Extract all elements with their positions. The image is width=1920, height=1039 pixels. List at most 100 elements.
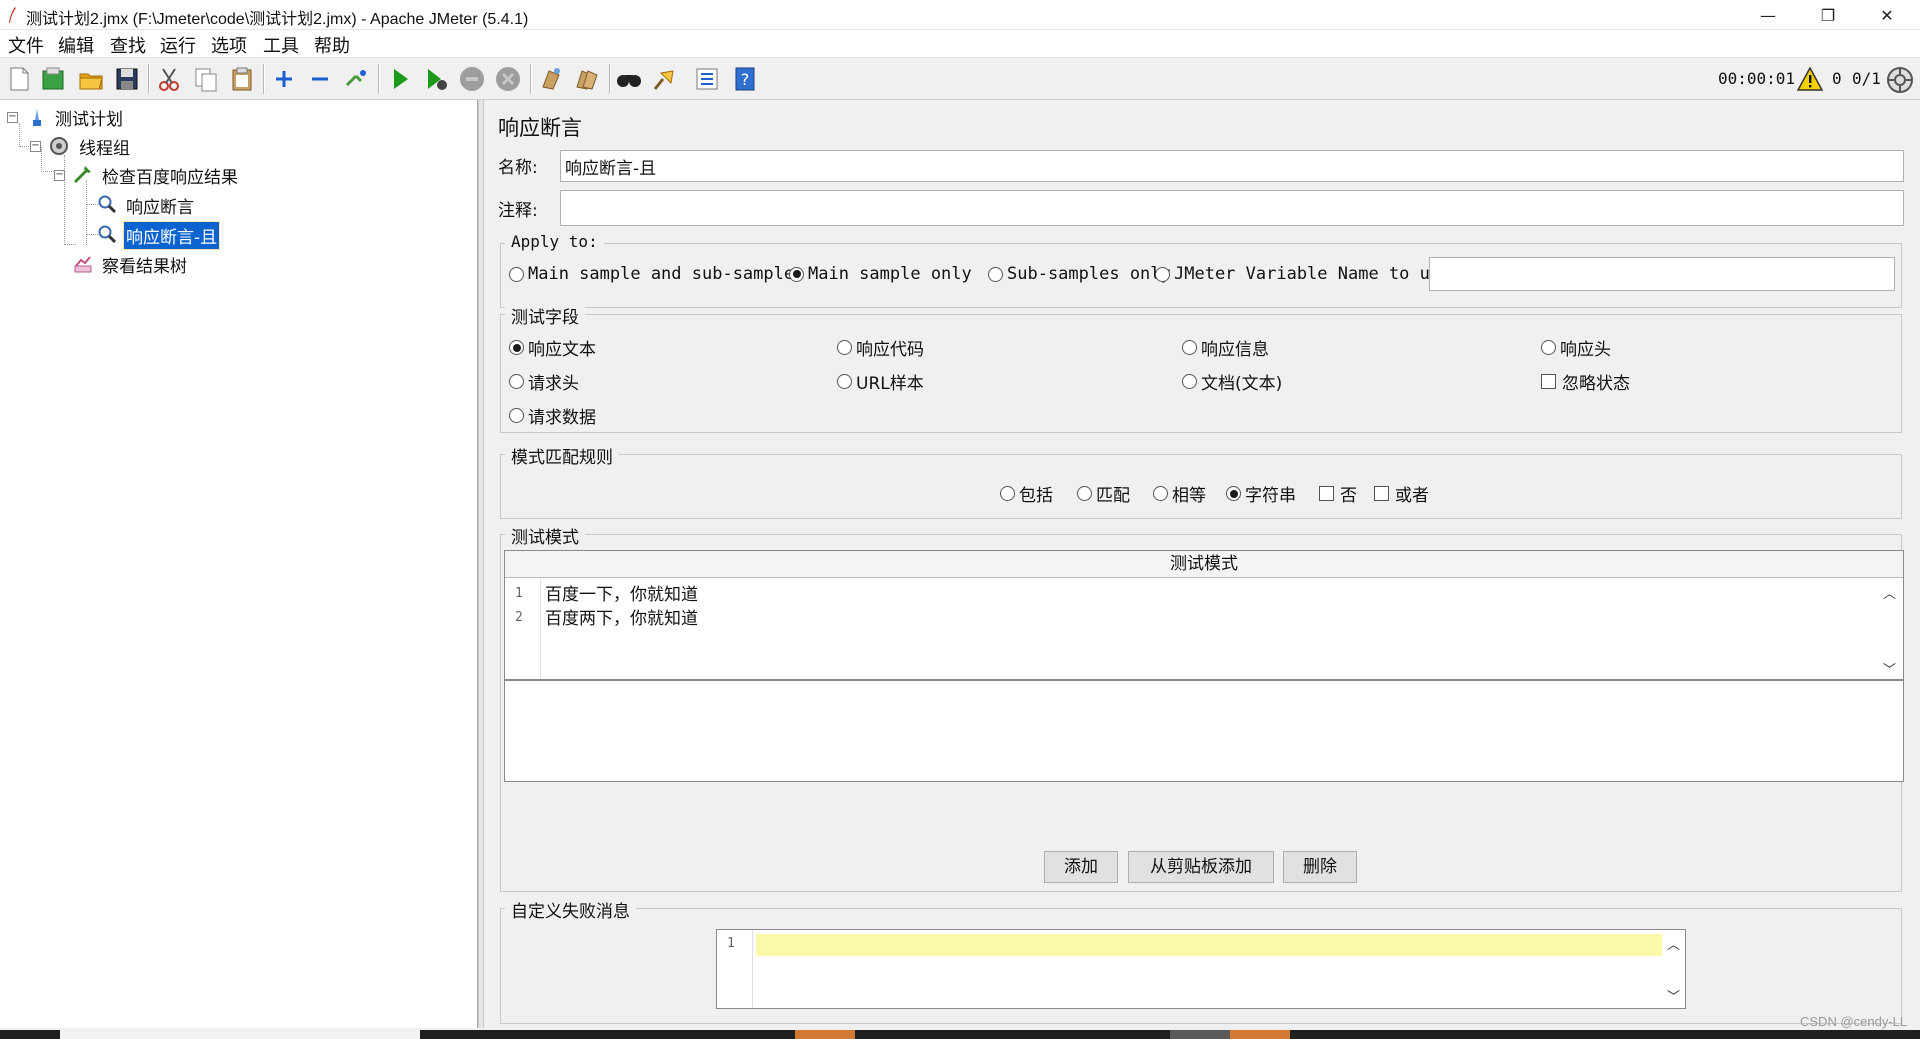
- taskbar-segment: [795, 1030, 855, 1039]
- thread-group-icon: [50, 137, 68, 155]
- watermark: CSDN @cendy-LL: [1800, 1014, 1908, 1029]
- tree-collapse-toggle[interactable]: −: [7, 112, 18, 123]
- close-button[interactable]: ✕: [1864, 0, 1910, 30]
- start-no-pause-icon[interactable]: [422, 65, 450, 93]
- toolbar-separator: [530, 64, 532, 94]
- field-url-sample-radio[interactable]: URL样本: [837, 369, 924, 394]
- patterns-table-header[interactable]: 测试模式: [505, 551, 1903, 578]
- failure-message-editor[interactable]: 1 ︿ ﹀: [716, 929, 1686, 1009]
- menu-run[interactable]: 运行: [160, 32, 196, 58]
- field-request-data-radio[interactable]: 请求数据: [509, 403, 596, 428]
- add-from-clipboard-button[interactable]: 从剪贴板添加: [1128, 851, 1274, 883]
- clear-icon[interactable]: [537, 65, 565, 93]
- scroll-up-arrow-icon[interactable]: ︿: [1883, 583, 1896, 602]
- tree-node-thread-group[interactable]: 线程组: [77, 133, 132, 160]
- jmeter-feather-icon: [9, 7, 16, 23]
- tree-connector: [19, 123, 20, 147]
- field-response-message-radio[interactable]: 响应信息: [1182, 335, 1269, 360]
- tree-node-sampler[interactable]: 检查百度响应结果: [100, 162, 240, 189]
- svg-text:?: ?: [741, 70, 750, 89]
- menu-options[interactable]: 选项: [211, 32, 247, 58]
- panel-title: 响应断言: [498, 116, 582, 140]
- clear-all-icon[interactable]: [573, 65, 601, 93]
- paste-icon[interactable]: [228, 65, 256, 93]
- comment-field[interactable]: [560, 190, 1904, 226]
- open-icon[interactable]: [77, 65, 105, 93]
- tree-collapse-toggle[interactable]: −: [30, 141, 41, 152]
- tree-collapse-toggle[interactable]: −: [54, 170, 65, 181]
- jmeter-variable-name-field[interactable]: [1429, 257, 1895, 291]
- reset-search-icon[interactable]: [651, 65, 679, 93]
- taskbar-segment: [60, 1030, 420, 1039]
- field-request-headers-radio[interactable]: 请求头: [509, 369, 579, 394]
- tree-node-test-plan[interactable]: 测试计划: [53, 104, 125, 131]
- name-field[interactable]: 响应断言-且: [560, 150, 1904, 182]
- function-helper-icon[interactable]: [693, 65, 721, 93]
- menu-help[interactable]: 帮助: [314, 32, 350, 58]
- apply-main-only-radio[interactable]: Main sample only: [789, 264, 972, 284]
- copy-icon[interactable]: [192, 65, 220, 93]
- minimize-button[interactable]: —: [1745, 0, 1791, 30]
- field-response-code-radio[interactable]: 响应代码: [837, 335, 924, 360]
- rule-not-checkbox[interactable]: 否: [1319, 481, 1357, 506]
- scroll-up-arrow-icon[interactable]: ︿: [1667, 934, 1680, 953]
- tree-node-assertion-and[interactable]: 响应断言-且: [122, 221, 221, 250]
- error-count: 0: [1832, 69, 1842, 88]
- search-icon[interactable]: [615, 65, 643, 93]
- menu-file[interactable]: 文件: [8, 32, 44, 58]
- templates-icon[interactable]: [39, 65, 67, 93]
- rule-contains-radio[interactable]: 包括: [1000, 481, 1053, 506]
- scroll-down-arrow-icon[interactable]: ﹀: [1883, 659, 1896, 678]
- tree-connector: [64, 244, 76, 245]
- listener-icon: [74, 256, 92, 273]
- scroll-down-arrow-icon[interactable]: ﹀: [1667, 986, 1680, 1005]
- rule-or-checkbox[interactable]: 或者: [1374, 481, 1429, 506]
- comment-label: 注释:: [498, 201, 538, 221]
- patterns-editor[interactable]: 1 2 百度一下，你就知道 百度两下，你就知道 ︿ ﹀: [505, 579, 1903, 681]
- field-response-text-radio[interactable]: 响应文本: [509, 335, 596, 360]
- toggle-icon[interactable]: [342, 65, 370, 93]
- tree-connector: [86, 180, 87, 245]
- help-icon[interactable]: ?: [731, 65, 759, 93]
- line-number: 1: [515, 586, 523, 601]
- line-number-gutter: 1: [717, 930, 753, 1008]
- rule-equals-radio[interactable]: 相等: [1153, 481, 1206, 506]
- window-title: 测试计划2.jmx (F:\Jmeter\code\测试计划2.jmx) - A…: [26, 11, 529, 28]
- line-number: 1: [727, 936, 735, 951]
- active-threads: 0/1: [1852, 69, 1881, 88]
- delete-button[interactable]: 删除: [1283, 851, 1357, 883]
- rule-matches-radio[interactable]: 匹配: [1077, 481, 1130, 506]
- toolbar-separator: [263, 64, 265, 94]
- apply-sub-only-radio[interactable]: Sub-samples only: [988, 264, 1171, 284]
- expand-icon[interactable]: [270, 65, 298, 93]
- tree-connector: [64, 155, 65, 245]
- field-response-headers-radio[interactable]: 响应头: [1541, 335, 1611, 360]
- tree-connector: [41, 171, 54, 172]
- shutdown-icon[interactable]: [494, 65, 522, 93]
- test-field-title: 测试字段: [505, 303, 585, 328]
- apply-jmeter-variable-radio[interactable]: JMeter Variable Name to use: [1155, 264, 1450, 284]
- save-icon[interactable]: [113, 65, 141, 93]
- apply-main-and-sub-radio[interactable]: Main sample and sub-samples: [509, 264, 804, 284]
- field-document-radio[interactable]: 文档(文本): [1182, 369, 1282, 394]
- test-field-group: 测试字段 响应文本 响应代码 响应信息 响应头 请求头 URL样本 文档(文本)…: [500, 303, 1902, 433]
- pattern-line[interactable]: 百度两下，你就知道: [545, 604, 698, 629]
- collapse-icon[interactable]: [306, 65, 334, 93]
- rule-substring-radio[interactable]: 字符串: [1226, 481, 1296, 506]
- cut-icon[interactable]: [155, 65, 183, 93]
- add-button[interactable]: 添加: [1044, 851, 1118, 883]
- remote-engines-icon[interactable]: [1886, 66, 1914, 94]
- menu-edit[interactable]: 编辑: [58, 32, 94, 58]
- tree-node-assertion[interactable]: 响应断言: [124, 192, 196, 219]
- stop-icon[interactable]: [458, 65, 486, 93]
- tree-node-view-results-tree[interactable]: 察看结果树: [100, 251, 189, 278]
- ignore-status-checkbox[interactable]: 忽略状态: [1541, 369, 1630, 394]
- menu-tools[interactable]: 工具: [263, 32, 299, 58]
- maximize-button[interactable]: ❐: [1805, 0, 1851, 30]
- new-icon[interactable]: [5, 65, 33, 93]
- menu-search[interactable]: 查找: [110, 32, 146, 58]
- warning-icon[interactable]: [1797, 67, 1823, 91]
- pattern-line[interactable]: 百度一下，你就知道: [545, 580, 698, 605]
- start-icon[interactable]: [386, 65, 414, 93]
- taskbar-segment: [1170, 1030, 1230, 1039]
